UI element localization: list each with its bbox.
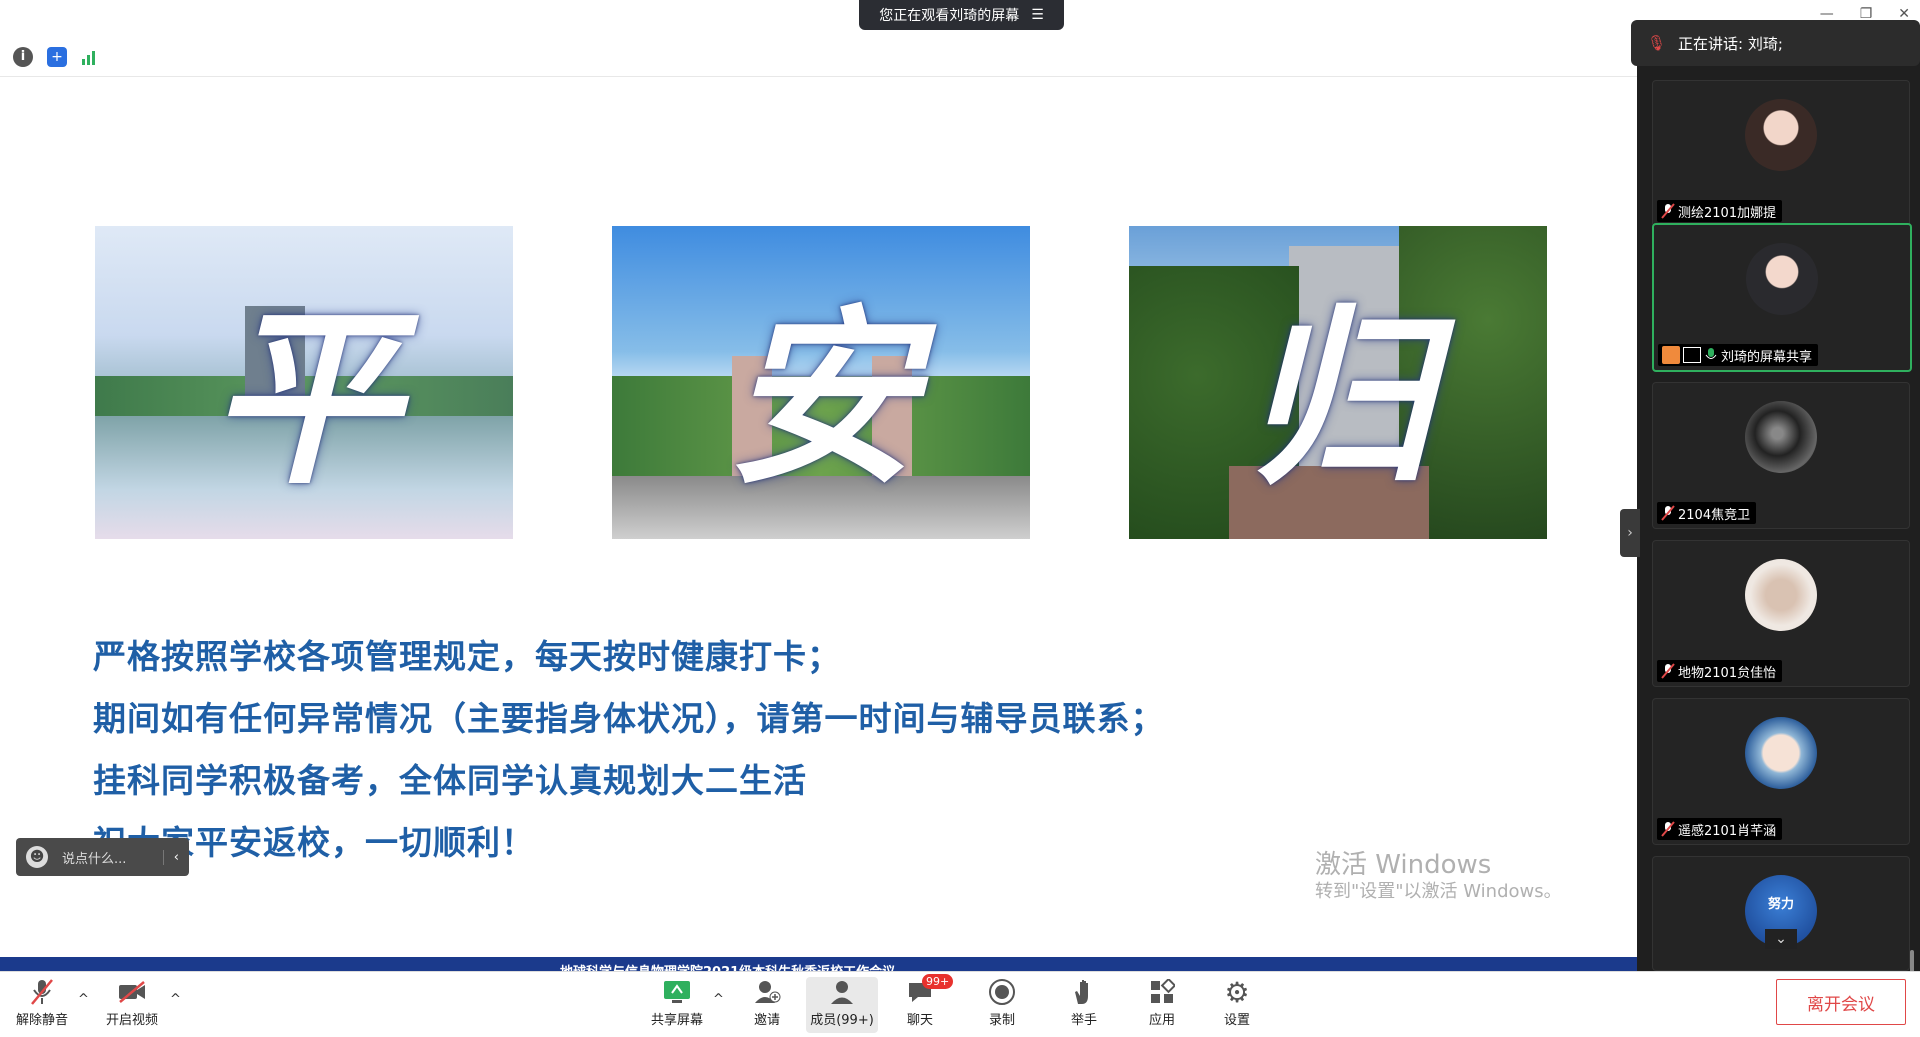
host-icon <box>1662 346 1680 364</box>
participant-name-tag: 测绘2101加娜提 <box>1657 200 1783 222</box>
avatar <box>1745 401 1817 473</box>
slide-text-line-3: 挂科同学积极备考，全体同学认真规划大二生活 <box>93 761 807 800</box>
share-screen-icon <box>661 977 693 1007</box>
meeting-toolbar: 解除静音 ^ 开启视频 ^ 共享屏幕 ^ 邀请 成员(99+) 99+ 聊天 录… <box>0 971 1920 1037</box>
quick-chat-input[interactable]: ☻ 说点什么... ‹ <box>16 838 189 876</box>
meeting-info-bar: i + <box>0 38 1637 77</box>
chevron-right-icon: › <box>1627 525 1633 541</box>
screen-share-indicator[interactable]: 您正在观看刘琦的屏幕 ☰ <box>859 0 1064 30</box>
unmute-button[interactable]: 解除静音 <box>10 977 74 1033</box>
photo-an: 安 <box>612 226 1030 539</box>
apps-button[interactable]: 应用 <box>1130 977 1194 1033</box>
participant-tile[interactable]: 地物2101贠佳怡 <box>1652 540 1910 687</box>
chat-placeholder: 说点什么... <box>62 851 127 867</box>
gear-icon: ⚙ <box>1224 975 1250 1009</box>
start-video-button[interactable]: 开启视频 <box>100 977 164 1033</box>
panel-scrollbar[interactable] <box>1908 80 1916 990</box>
start-video-label: 开启视频 <box>105 1013 158 1028</box>
slide-banner: 地球科学与信息物理学院2021级本科生秋季返校工作会议 <box>0 957 1637 971</box>
participant-tile[interactable]: 测绘2101加娜提 <box>1652 80 1910 227</box>
chat-button[interactable]: 99+ 聊天 <box>888 974 954 1033</box>
mic-muted-icon <box>1661 203 1675 219</box>
participant-name-tag: 地物2101贠佳怡 <box>1657 660 1783 682</box>
chevron-up-icon[interactable]: ^ <box>713 992 724 1007</box>
raise-hand-label: 举手 <box>1070 1013 1097 1028</box>
participant-name: 刘琦的屏幕共享 <box>1721 349 1813 365</box>
mic-muted-icon: 🎙 <box>1647 34 1667 52</box>
slide-text-line-1: 严格按照学校各项管理规定，每天按时健康打卡； <box>93 637 841 676</box>
video-off-icon <box>116 977 148 1007</box>
avatar <box>1745 717 1817 789</box>
avatar-text: 努力 <box>1767 897 1794 912</box>
chat-bubble-icon: 99+ <box>904 974 954 1007</box>
chevron-up-icon[interactable]: ^ <box>170 992 181 1007</box>
members-button[interactable]: 成员(99+) <box>806 977 878 1033</box>
invite-button[interactable]: 邀请 <box>735 977 799 1033</box>
members-label: 成员(99+) <box>810 1013 874 1028</box>
participant-name: 2104焦竞卫 <box>1678 507 1751 523</box>
settings-label: 设置 <box>1223 1013 1250 1028</box>
share-screen-button[interactable]: 共享屏幕 <box>645 977 709 1033</box>
participant-tile-active[interactable]: 刘琦的屏幕共享 <box>1652 223 1912 372</box>
participant-name: 测绘2101加娜提 <box>1678 205 1777 221</box>
participant-name: 地物2101贠佳怡 <box>1678 665 1777 681</box>
activation-watermark-title: 激活 Windows <box>1315 850 1492 880</box>
mic-on-icon <box>1704 347 1718 363</box>
signal-strength-icon[interactable] <box>80 47 100 67</box>
chat-badge: 99+ <box>922 974 954 989</box>
apps-grid-icon <box>1146 977 1178 1007</box>
mic-muted-icon <box>26 977 58 1007</box>
mic-muted-icon <box>1661 505 1675 521</box>
record-label: 录制 <box>988 1013 1015 1028</box>
chevron-up-icon[interactable]: ^ <box>78 992 89 1007</box>
participant-tile[interactable]: 遥感2101肖芊涵 <box>1652 698 1910 845</box>
info-icon[interactable]: i <box>13 47 33 67</box>
participant-tile[interactable]: 2104焦竞卫 <box>1652 382 1910 529</box>
record-button[interactable]: 录制 <box>970 977 1034 1033</box>
record-icon <box>986 977 1018 1007</box>
mic-muted-icon <box>1661 821 1675 837</box>
participant-name-tag: 2104焦竞卫 <box>1657 502 1757 524</box>
screen-share-icon <box>1683 347 1701 363</box>
calligraphy-char: 安 <box>725 287 916 510</box>
menu-icon[interactable]: ☰ <box>1031 7 1044 23</box>
participant-tile[interactable]: 努力 ⌄ <box>1652 856 1910 971</box>
apps-label: 应用 <box>1148 1013 1175 1028</box>
chat-label: 聊天 <box>906 1013 933 1028</box>
settings-button[interactable]: ⚙ 设置 <box>1205 975 1269 1033</box>
banner-text: 地球科学与信息物理学院2021级本科生秋季返校工作会议 <box>560 961 895 971</box>
leave-meeting-button[interactable]: 离开会议 <box>1776 979 1906 1025</box>
hand-icon <box>1068 977 1100 1007</box>
collapse-panel-button[interactable]: › <box>1620 509 1640 557</box>
participant-name: 遥感2101肖芊涵 <box>1678 823 1777 839</box>
calligraphy-char: 平 <box>208 287 399 510</box>
slide-text-line-2: 期间如有任何异常情况（主要指身体状况），请第一时间与辅导员联系； <box>93 699 1165 738</box>
avatar <box>1746 243 1818 315</box>
share-bar-text: 您正在观看刘琦的屏幕 <box>879 8 1020 24</box>
raise-hand-button[interactable]: 举手 <box>1052 977 1116 1033</box>
participant-name-tag: 遥感2101肖芊涵 <box>1657 818 1783 840</box>
chevron-down-icon[interactable]: ⌄ <box>1765 929 1797 949</box>
invite-label: 邀请 <box>753 1013 780 1028</box>
unmute-label: 解除静音 <box>15 1013 68 1028</box>
photo-ping: 平 <box>95 226 513 539</box>
share-screen-label: 共享屏幕 <box>650 1013 703 1028</box>
speaking-indicator: 🎙 正在讲话: 刘琦; <box>1631 20 1920 66</box>
security-shield-icon[interactable]: + <box>47 47 67 67</box>
avatar <box>1745 559 1817 631</box>
add-user-icon <box>751 977 783 1007</box>
activation-watermark-subtitle: 转到"设置"以激活 Windows。 <box>1315 881 1562 902</box>
participant-name-tag: 刘琦的屏幕共享 <box>1658 344 1819 366</box>
shared-slide: 平 安 归 严格按照学校各项管理规定，每天按时健康打卡； 期间如有任何异常情况（… <box>0 77 1637 957</box>
emoji-icon[interactable]: ☻ <box>26 846 48 868</box>
chevron-left-icon[interactable]: ‹ <box>162 849 189 865</box>
speaking-label: 正在讲话: 刘琦; <box>1678 34 1783 53</box>
calligraphy-char: 归 <box>1242 287 1433 510</box>
mic-muted-icon <box>1661 663 1675 679</box>
members-icon <box>826 977 858 1007</box>
photo-gui: 归 <box>1129 226 1547 539</box>
avatar <box>1745 99 1817 171</box>
